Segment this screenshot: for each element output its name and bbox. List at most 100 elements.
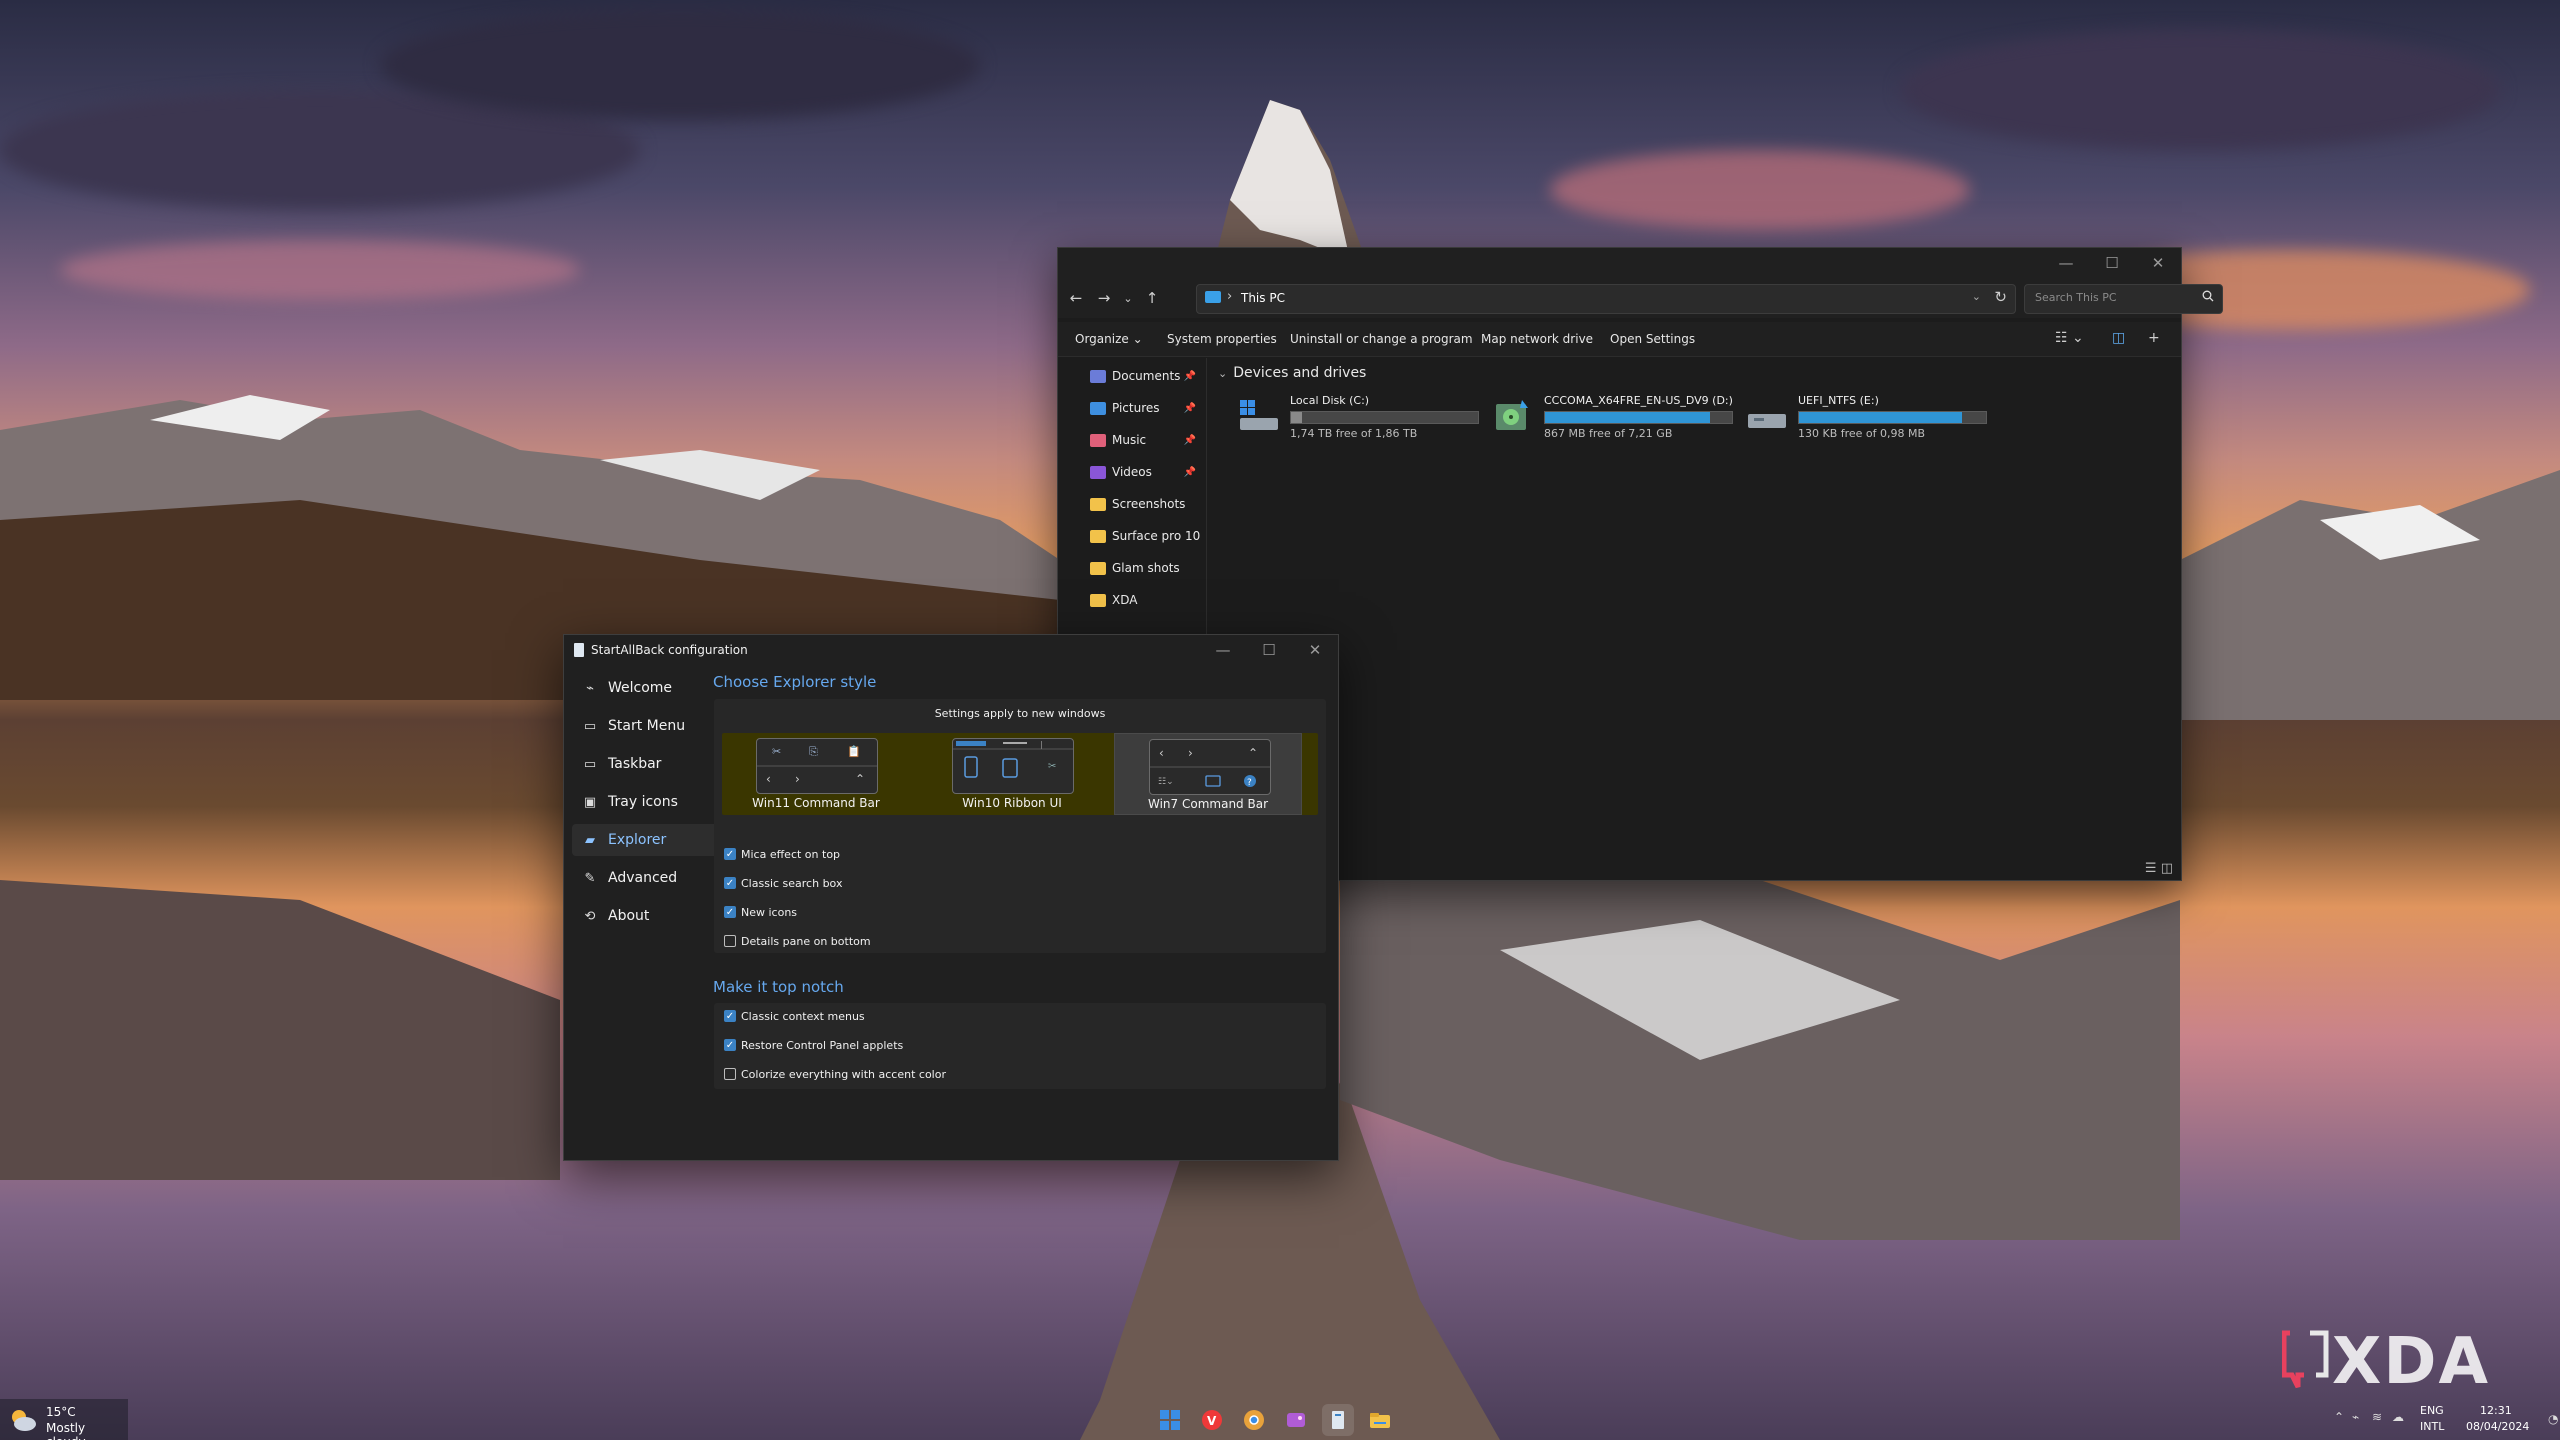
nav-item[interactable]: Screenshots (1090, 490, 1200, 518)
refresh-icon[interactable]: ↻ (1994, 288, 2007, 306)
address-dropdown-icon[interactable]: ⌄ (1972, 290, 1981, 303)
style-label: Win10 Ribbon UI (962, 796, 1062, 810)
notification-bell-icon[interactable]: ◔ (2548, 1412, 2558, 1426)
nav-item[interactable]: XDA (1090, 586, 1200, 614)
option-row[interactable]: ✓ Classic context menus (724, 1007, 865, 1025)
nav-item[interactable]: Documents 📌 (1090, 362, 1200, 390)
section-collapse-chevron-icon[interactable]: ⌄ (1218, 367, 1227, 380)
back-arrow-icon[interactable]: ← (1064, 286, 1088, 310)
forward-arrow-icon[interactable]: → (1092, 286, 1116, 310)
uninstall-program-button[interactable]: Uninstall or change a program (1290, 332, 1473, 346)
option-checkbox[interactable]: ✓ (724, 848, 736, 860)
weather-temperature: 15°C (46, 1405, 76, 1419)
show-hidden-icons-chevron-icon[interactable]: ⌃ (2334, 1410, 2344, 1424)
sidebar-item-start-menu[interactable]: ▭ Start Menu (572, 710, 720, 742)
weather-widget[interactable]: 15°C Mostly cloudy (0, 1399, 128, 1449)
option-row[interactable]: ✓ Classic search box (724, 874, 842, 892)
chrome-canary-icon[interactable] (1238, 1404, 1270, 1436)
option-row[interactable]: ✓ Restore Control Panel applets (724, 1036, 903, 1054)
documents-icon (1090, 369, 1106, 383)
wifi-icon[interactable]: ≋ (2372, 1410, 2382, 1424)
option-checkbox[interactable]: ✓ (724, 1039, 736, 1051)
option-row[interactable]: Details pane on bottom (724, 932, 871, 950)
open-settings-button[interactable]: Open Settings (1610, 332, 1695, 346)
clock-time[interactable]: 12:31 (2480, 1404, 2512, 1417)
option-label: Classic search box (741, 876, 843, 890)
nav-item[interactable]: Videos 📌 (1090, 458, 1200, 486)
sidebar-item-explorer[interactable]: ▰ Explorer (572, 824, 720, 856)
search-icon[interactable] (2202, 290, 2214, 302)
up-arrow-icon[interactable]: ↑ (1140, 286, 1164, 310)
close-button[interactable]: ✕ (1292, 635, 1338, 665)
onedrive-cloud-icon[interactable]: ☁ (2392, 1410, 2404, 1424)
this-pc-icon (1205, 291, 1221, 303)
option-row[interactable]: Colorize everything with accent color (724, 1065, 946, 1083)
sidebar-item-tray-icons[interactable]: ▣ Tray icons (572, 786, 720, 818)
option-checkbox[interactable]: ✓ (724, 906, 736, 918)
start-windows-icon[interactable] (1154, 1404, 1186, 1436)
file-explorer-icon[interactable] (1364, 1404, 1396, 1436)
input-language[interactable]: ENG (2420, 1404, 2444, 1417)
new-tab-plus-icon[interactable]: + (2148, 330, 2160, 346)
maximize-button[interactable]: ☐ (1246, 635, 1292, 665)
drive-free-space: 867 MB free of 7,21 GB (1544, 427, 1673, 440)
status-bar-view-icons[interactable]: ☰ ◫ (2145, 861, 2173, 876)
sidebar-item-advanced[interactable]: ✎ Advanced (572, 862, 720, 894)
search-box[interactable] (2024, 284, 2223, 314)
about-icon: ⟲ (584, 908, 596, 924)
startallback-config-window[interactable]: StartAllBack configuration — ☐ ✕ ⌁ Welcom… (563, 634, 1339, 1161)
breadcrumb-this-pc[interactable]: This PC (1241, 291, 1285, 305)
sidebar-item-about[interactable]: ⟲ About (572, 900, 720, 932)
drive-tile[interactable]: CCCOMA_X64FRE_EN-US_DV9 (D:) 867 MB free … (1492, 394, 1733, 440)
minimize-button[interactable]: — (1200, 635, 1246, 665)
svg-text:⌃: ⌃ (1248, 746, 1258, 760)
apply-note: Settings apply to new windows (934, 707, 1106, 720)
map-network-drive-button[interactable]: Map network drive (1481, 332, 1593, 346)
style-option-win11[interactable]: ✂ ⎘ 📋 ‹ › ⌃ Win11 Command Bar (722, 733, 910, 815)
drive-tile[interactable]: UEFI_NTFS (E:) 130 KB free of 0,98 MB (1746, 394, 1987, 440)
window-title: StartAllBack configuration (591, 643, 748, 657)
option-checkbox[interactable]: ✓ (724, 877, 736, 889)
pin-icon: 📌 (1183, 402, 1196, 414)
clock-date[interactable]: 08/04/2024 (2466, 1420, 2529, 1433)
input-layout[interactable]: INTL (2420, 1420, 2444, 1433)
sab-titlebar[interactable]: StartAllBack configuration — ☐ ✕ (564, 635, 1338, 665)
option-row[interactable]: ✓ New icons (724, 903, 797, 921)
sidebar-item-label: About (608, 908, 650, 924)
explorer-titlebar[interactable]: — ☐ ✕ (1058, 248, 2181, 278)
system-properties-button[interactable]: System properties (1167, 332, 1277, 346)
option-checkbox[interactable] (724, 1068, 736, 1080)
maximize-button[interactable]: ☐ (2089, 248, 2135, 278)
organize-menu-button[interactable]: Organize ⌄ (1075, 332, 1143, 346)
devices-and-drives-heading[interactable]: ⌄ Devices and drives (1218, 365, 1366, 381)
drive-usage-bar (1798, 411, 1987, 424)
sidebar-item-taskbar[interactable]: ▭ Taskbar (572, 748, 720, 780)
usb-drive-icon (1748, 414, 1786, 428)
option-row[interactable]: ✓ Mica effect on top (724, 845, 840, 863)
sidebar-item-welcome[interactable]: ⌁ Welcome (572, 672, 720, 704)
nav-item[interactable]: Music 📌 (1090, 426, 1200, 454)
search-input[interactable] (2033, 290, 2187, 305)
photos-app-icon[interactable] (1280, 1404, 1312, 1436)
top-notch-panel: ✓ Classic context menus ✓ Restore Control P… (714, 1003, 1326, 1089)
recent-locations-chevron-icon[interactable]: ⌄ (1116, 286, 1140, 310)
drive-tile[interactable]: Local Disk (C:) 1,74 TB free of 1,86 TB (1238, 394, 1479, 440)
svg-text:›: › (795, 772, 800, 786)
option-checkbox[interactable]: ✓ (724, 1010, 736, 1022)
folder-icon (1090, 593, 1106, 607)
option-checkbox[interactable] (724, 935, 736, 947)
view-options-icon[interactable]: ☷ ⌄ (2055, 330, 2084, 346)
address-bar[interactable]: › This PC ⌄ ↻ (1196, 284, 2016, 314)
close-button[interactable]: ✕ (2135, 248, 2181, 278)
style-option-win10[interactable]: ✂ Win10 Ribbon UI (918, 733, 1106, 815)
minimize-button[interactable]: — (2043, 248, 2089, 278)
nav-item[interactable]: Pictures 📌 (1090, 394, 1200, 422)
vivaldi-browser-icon[interactable]: V (1196, 1404, 1228, 1436)
pin-icon: 📌 (1183, 434, 1196, 446)
nav-item[interactable]: Glam shots (1090, 554, 1200, 582)
nav-item[interactable]: Surface pro 10 fi (1090, 522, 1200, 550)
network-tray-icon[interactable]: ⌁ (2352, 1410, 2359, 1424)
style-option-win7[interactable]: ‹ › ⌃ ☷⌄ ? Win7 Command Bar (1114, 733, 1302, 815)
preview-pane-icon[interactable]: ◫ (2112, 330, 2125, 346)
startallback-taskbar-icon[interactable] (1322, 1404, 1354, 1436)
